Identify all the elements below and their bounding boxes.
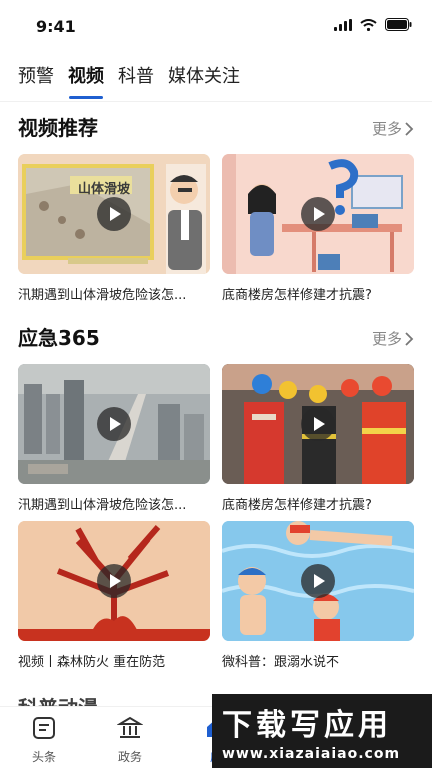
video-thumbnail[interactable]	[222, 364, 414, 484]
news-icon	[33, 717, 55, 739]
play-icon[interactable]	[301, 407, 335, 441]
video-thumbnail[interactable]	[222, 521, 414, 641]
video-card[interactable]: 山体滑坡 汛期遇到山体滑坡危险该怎...	[18, 154, 210, 303]
section-recommend-title: 视频推荐	[18, 116, 98, 140]
thumbnail-overlay-text: 山体滑坡	[78, 182, 131, 197]
video-thumbnail[interactable]	[18, 364, 210, 484]
play-icon[interactable]	[301, 197, 335, 231]
video-caption: 汛期遇到山体滑坡危险该怎...	[18, 288, 187, 303]
tabs-divider	[0, 101, 432, 102]
video-card[interactable]: 底商楼房怎样修建才抗震?	[222, 364, 414, 513]
status-icons	[334, 18, 412, 31]
video-card[interactable]: 汛期遇到山体滑坡危险该怎...	[18, 364, 210, 513]
tab-media[interactable]: 媒体关注	[168, 60, 240, 100]
watermark-main: 下载写应用	[222, 708, 392, 743]
watermark-url: www.xiazaiaiao.com	[222, 746, 401, 762]
recommend-more-label: 更多	[371, 120, 402, 138]
emergency-more-link[interactable]: 更多	[372, 328, 414, 349]
battery-icon	[385, 18, 412, 31]
play-icon[interactable]	[97, 407, 131, 441]
section-emergency-title: 应急365	[18, 326, 100, 350]
emergency-more-label: 更多	[371, 330, 402, 348]
status-bar: 9:41	[0, 0, 432, 50]
video-thumbnail[interactable]	[18, 521, 210, 641]
play-icon[interactable]	[97, 564, 131, 598]
nav-label: 头条	[31, 750, 56, 764]
video-thumbnail[interactable]: 山体滑坡	[18, 154, 210, 274]
top-tabs: 预警 视频 科普 媒体关注	[0, 60, 432, 100]
government-icon	[116, 716, 144, 738]
video-card[interactable]: 底商楼房怎样修建才抗震?	[222, 154, 414, 303]
wifi-icon	[360, 18, 377, 31]
nav-label: 政务	[117, 750, 142, 764]
video-card[interactable]: 微科普：跟溺水说不	[222, 521, 414, 670]
watermark-logo: 下载写应用 www.xiazaiaiao.com	[212, 694, 432, 768]
chevron-right-icon	[405, 331, 414, 346]
video-caption: 底商楼房怎样修建才抗震?	[222, 498, 372, 513]
recommend-more-link[interactable]: 更多	[372, 118, 414, 139]
section-emergency-header: 应急365 更多	[18, 323, 414, 353]
section-recommend-header: 视频推荐 更多	[18, 113, 414, 143]
video-caption: 微科普：跟溺水说不	[222, 655, 340, 670]
tab-video[interactable]: 视频	[68, 60, 104, 100]
video-card[interactable]: 视频丨森林防火 重在防范	[18, 521, 210, 670]
tab-warning[interactable]: 预警	[18, 60, 54, 100]
signal-icon	[334, 18, 352, 31]
chevron-right-icon	[405, 121, 414, 136]
nav-item-headlines[interactable]: 头条	[14, 715, 74, 765]
play-icon[interactable]	[97, 197, 131, 231]
video-thumbnail[interactable]	[222, 154, 414, 274]
status-time: 9:41	[36, 17, 76, 36]
video-caption: 视频丨森林防火 重在防范	[18, 655, 166, 670]
nav-item-government[interactable]: 政务	[100, 715, 160, 765]
video-caption: 汛期遇到山体滑坡危险该怎...	[18, 498, 187, 513]
play-icon[interactable]	[301, 564, 335, 598]
tab-science[interactable]: 科普	[118, 60, 154, 100]
video-caption: 底商楼房怎样修建才抗震?	[222, 288, 372, 303]
